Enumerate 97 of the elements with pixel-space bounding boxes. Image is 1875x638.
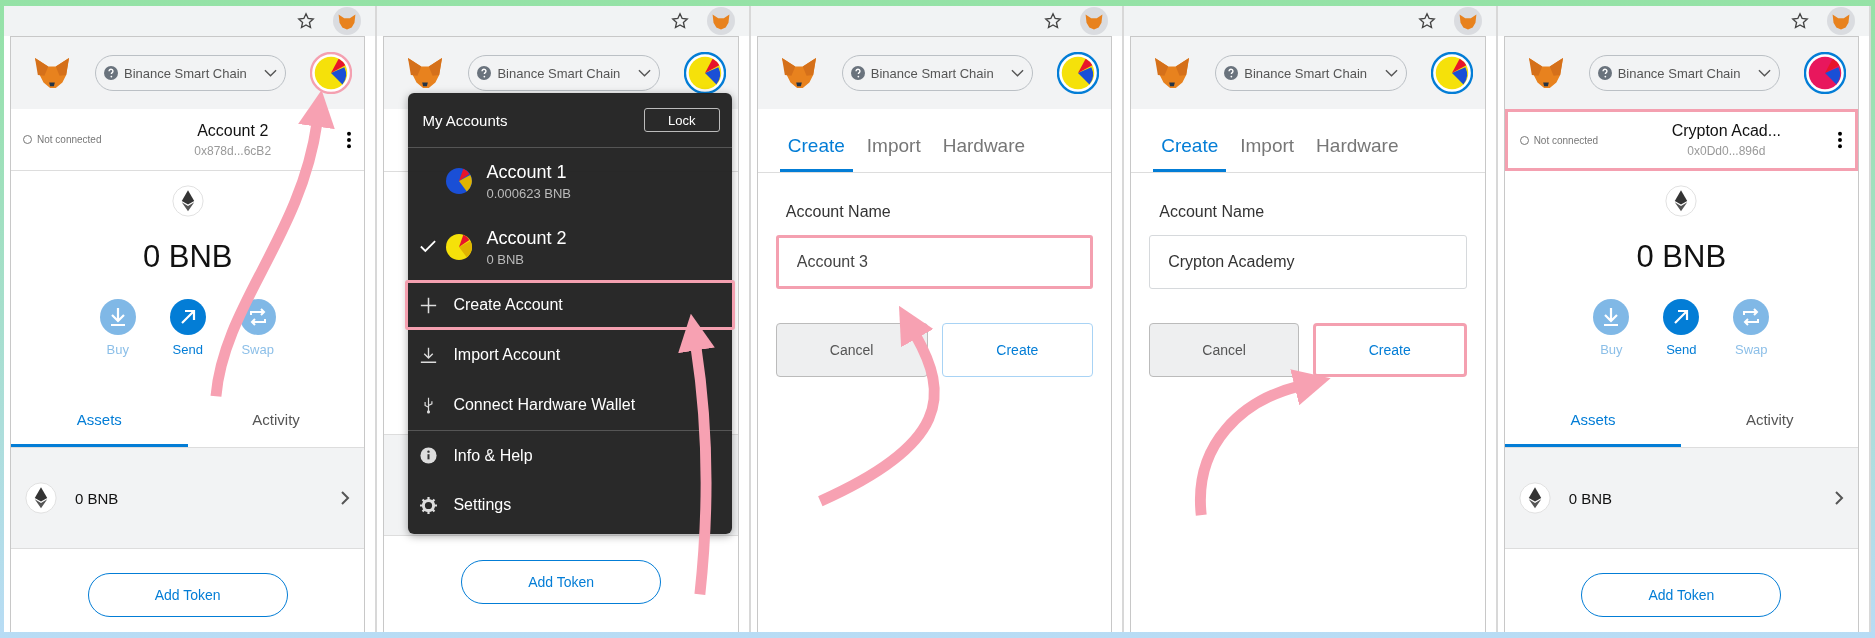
network-name: Binance Smart Chain <box>1617 65 1742 81</box>
account-item[interactable]: Account 2 0 BNB <box>408 214 732 280</box>
question-icon <box>1224 66 1239 80</box>
download-icon <box>420 346 438 364</box>
balance-amount: 0 BNB <box>1636 239 1727 275</box>
action-button[interactable]: Send <box>169 299 206 357</box>
account-item[interactable]: Account 1 0.000623 BNB <box>408 148 732 214</box>
gear-icon <box>420 496 438 514</box>
menu-item[interactable]: Import Account <box>408 330 732 380</box>
account-name: Account 1 <box>486 161 568 183</box>
tab[interactable]: Hardware <box>934 109 1034 172</box>
account-address[interactable]: 0x878d...6cB2 <box>194 143 272 158</box>
tab[interactable]: Create <box>779 109 853 172</box>
account-avatar <box>446 168 473 194</box>
star-icon[interactable] <box>297 12 316 30</box>
account-name-field[interactable]: Crypton Academy <box>1149 235 1467 289</box>
more-icon[interactable] <box>346 130 353 149</box>
star-icon[interactable] <box>1791 12 1810 30</box>
create-button[interactable]: Create <box>1312 323 1467 377</box>
star-icon[interactable] <box>1044 12 1063 30</box>
chevron-right-icon <box>1834 490 1845 506</box>
download-icon <box>99 299 136 335</box>
ethereum-icon <box>1665 185 1698 217</box>
menu-item[interactable]: Settings <box>408 480 732 530</box>
account-avatar[interactable] <box>310 52 353 94</box>
fox-logo-icon <box>1153 56 1192 90</box>
tab[interactable]: Import <box>1232 109 1303 172</box>
connection-status[interactable]: Not connected <box>1519 134 1616 146</box>
asset-row[interactable]: 0 BNB <box>11 448 365 549</box>
chevron-down-icon <box>637 69 651 77</box>
fox-logo-icon <box>33 56 71 90</box>
create-button[interactable]: Create <box>941 323 1094 377</box>
tab[interactable]: Activity <box>1681 395 1859 447</box>
fox-logo-icon <box>1526 56 1565 90</box>
account-avatar[interactable] <box>683 52 726 94</box>
swap-icon <box>239 299 276 335</box>
account-name-field[interactable]: Account 3 <box>775 235 1094 289</box>
add-token-button[interactable]: Add Token <box>1581 573 1782 617</box>
check-icon <box>420 240 437 253</box>
account-balance: 0 BNB <box>486 251 525 267</box>
menu-item[interactable]: Create Account <box>405 280 735 330</box>
chevron-down-icon <box>1384 69 1398 77</box>
fox-logo-icon <box>406 56 445 90</box>
question-icon <box>104 66 118 80</box>
field-label: Account Name <box>784 203 892 221</box>
balance-amount: 0 BNB <box>142 239 233 275</box>
asset-row[interactable]: 0 BNB <box>1504 448 1859 549</box>
chevron-down-icon <box>264 69 278 77</box>
tab[interactable]: Import <box>858 109 929 172</box>
network-name: Binance Smart Chain <box>124 65 248 81</box>
star-icon[interactable] <box>1417 12 1436 30</box>
account-name: Account 2 <box>486 227 567 249</box>
star-icon[interactable] <box>670 12 689 30</box>
menu-item[interactable]: Info & Help <box>408 430 732 480</box>
question-icon <box>1597 66 1612 80</box>
tab[interactable]: Create <box>1153 109 1227 172</box>
question-icon <box>477 66 492 80</box>
ethereum-icon <box>171 185 204 217</box>
network-name: Binance Smart Chain <box>497 65 622 81</box>
asset-amount: 0 BNB <box>1568 489 1613 507</box>
menu-title: My Accounts <box>422 111 508 129</box>
chevron-right-icon <box>340 490 351 506</box>
connection-status[interactable]: Not connected <box>23 134 119 145</box>
swap-icon <box>1733 299 1770 335</box>
plus-icon <box>420 296 438 314</box>
account-bar[interactable]: Not connected Crypton Acad... 0x0Dd0...896d <box>1504 109 1859 171</box>
account-avatar[interactable] <box>1804 52 1847 94</box>
ethereum-icon <box>25 482 57 514</box>
account-avatar <box>446 234 473 260</box>
network-name: Binance Smart Chain <box>1244 65 1369 81</box>
account-name: Crypton Acad... <box>1671 122 1781 140</box>
info-icon <box>420 447 438 464</box>
add-token-button[interactable]: Add Token <box>87 573 288 617</box>
network-name: Binance Smart Chain <box>870 65 995 81</box>
account-bar[interactable]: Not connected Account 2 0x878d...6cB2 <box>11 109 365 171</box>
download-icon <box>1593 299 1630 335</box>
more-icon[interactable] <box>1837 131 1844 149</box>
menu-item[interactable]: Connect Hardware Wallet <box>408 380 732 430</box>
tab[interactable]: Activity <box>187 395 365 447</box>
add-token-button[interactable]: Add Token <box>461 560 662 604</box>
account-balance: 0.000623 BNB <box>486 185 571 201</box>
account-name: Account 2 <box>197 121 269 140</box>
action-button[interactable]: Send <box>1663 299 1700 357</box>
ethereum-icon <box>1518 482 1551 514</box>
account-address[interactable]: 0x0Dd0...896d <box>1687 144 1766 158</box>
asset-amount: 0 BNB <box>75 489 120 507</box>
chevron-down-icon <box>1758 69 1772 77</box>
fox-logo-icon <box>779 56 818 90</box>
account-avatar[interactable] <box>1057 52 1100 94</box>
question-icon <box>850 66 865 80</box>
account-avatar[interactable] <box>1430 52 1473 94</box>
cancel-button[interactable]: Cancel <box>775 323 928 377</box>
tab[interactable]: Hardware <box>1308 109 1407 172</box>
field-label: Account Name <box>1158 203 1266 221</box>
cancel-button[interactable]: Cancel <box>1149 323 1299 377</box>
chevron-down-icon <box>1011 69 1025 77</box>
lock-button[interactable]: Lock <box>643 108 720 132</box>
